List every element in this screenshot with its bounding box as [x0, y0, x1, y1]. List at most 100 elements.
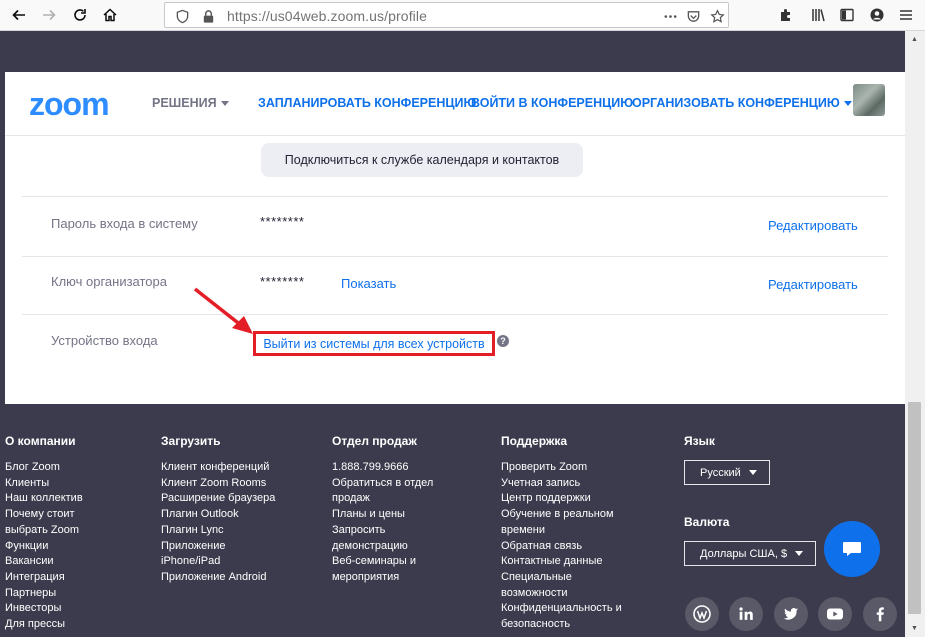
footer-link[interactable]: Блог Zoom	[5, 460, 83, 476]
footer-link[interactable]: Клиент Zoom Rooms	[161, 476, 275, 492]
footer-col-language: Язык	[684, 434, 715, 460]
hostkey-label: Ключ организатора	[51, 274, 167, 289]
footer-link[interactable]: Планы и цены	[332, 507, 433, 523]
home-icon[interactable]	[97, 3, 123, 27]
footer-link[interactable]: Функции	[5, 539, 83, 555]
nav-solutions[interactable]: РЕШЕНИЯ	[152, 96, 229, 110]
footer-link[interactable]: Конфиденциальность и	[501, 601, 622, 617]
footer-link[interactable]: iPhone/iPad	[161, 554, 275, 570]
language-select[interactable]: Русский	[684, 460, 770, 485]
footer-link[interactable]: Контактные данные	[501, 554, 622, 570]
footer-link[interactable]: Интеграция	[5, 570, 83, 586]
chat-bubble-icon	[843, 542, 861, 556]
footer-link[interactable]: выбрать Zoom	[5, 523, 83, 539]
bookmark-star-icon[interactable]	[708, 7, 726, 25]
nav-schedule[interactable]: ЗАПЛАНИРОВАТЬ КОНФЕРЕНЦИЮ	[258, 96, 476, 110]
currency-value: Доллары США, $	[700, 547, 788, 560]
address-bar[interactable]: https://us04web.zoom.us/profile	[164, 2, 729, 28]
avatar[interactable]	[853, 84, 885, 116]
red-annotation-arrow-icon	[193, 287, 253, 334]
footer-link[interactable]: Запросить	[332, 523, 433, 539]
footer-link[interactable]: Учетная запись	[501, 476, 622, 492]
url-path: /profile	[384, 8, 427, 24]
facebook-icon[interactable]	[863, 597, 897, 631]
footer-link[interactable]: Плагин Outlook	[161, 507, 275, 523]
footer-link[interactable]: Партнеры	[5, 586, 83, 602]
footer-link[interactable]: Обучение в реальном	[501, 507, 622, 523]
footer-link[interactable]: Проверить Zoom	[501, 460, 622, 476]
lock-icon[interactable]	[199, 7, 217, 25]
footer-link[interactable]: 1.888.799.9666	[332, 460, 433, 476]
footer-col-sales: Отдел продаж 1.888.799.9666 Обратиться в…	[332, 434, 433, 586]
scroll-down-icon[interactable]: ▼	[911, 625, 918, 632]
chat-button[interactable]	[824, 521, 880, 577]
hostkey-show-link[interactable]: Показать	[341, 276, 396, 291]
footer-link[interactable]: Приложение Android	[161, 570, 275, 586]
signin-device-label: Устройство входа	[51, 333, 158, 348]
url-host: https://us04web.zoom.us	[227, 8, 385, 24]
nav-join[interactable]: ВОЙТИ В КОНФЕРЕНЦИЮ	[471, 96, 633, 110]
footer-link[interactable]: времени	[501, 523, 622, 539]
reload-icon[interactable]	[67, 3, 93, 27]
footer-link[interactable]: Вакансии	[5, 554, 83, 570]
nav-host[interactable]: ОРГАНИЗОВАТЬ КОНФЕРЕНЦИЮ	[632, 96, 852, 110]
signout-all-devices-link[interactable]: Выйти из системы для всех устройств	[253, 331, 495, 356]
chevron-down-icon	[843, 101, 852, 107]
sidebar-icon[interactable]	[834, 3, 860, 27]
footer-col-title: Поддержка	[501, 434, 568, 448]
extensions-icon[interactable]	[773, 3, 799, 27]
page-actions-icon[interactable]	[661, 7, 679, 25]
url-text[interactable]: https://us04web.zoom.us/profile	[227, 8, 427, 24]
footer-col-currency: Валюта	[684, 515, 729, 541]
footer-link[interactable]: продаж	[332, 491, 433, 507]
library-icon[interactable]	[805, 3, 831, 27]
scroll-up-icon[interactable]: ▲	[911, 36, 918, 43]
linkedin-icon[interactable]	[729, 597, 763, 631]
menu-icon[interactable]	[893, 3, 919, 27]
pocket-icon[interactable]	[684, 7, 702, 25]
footer-link[interactable]: Наш коллектив	[5, 491, 83, 507]
back-icon[interactable]	[6, 3, 32, 27]
page-viewport: zoom РЕШЕНИЯ ЗАПЛАНИРОВАТЬ КОНФЕРЕНЦИЮ В…	[0, 31, 905, 637]
footer-col-support: Поддержка Проверить Zoom Учетная запись …	[501, 434, 622, 633]
footer-link[interactable]: мероприятия	[332, 570, 433, 586]
footer-link[interactable]: безопасность	[501, 617, 622, 633]
zoom-logo[interactable]: zoom	[29, 86, 110, 123]
password-value: ********	[260, 214, 305, 229]
top-dark-band	[0, 31, 905, 72]
twitter-icon[interactable]	[774, 597, 808, 631]
browser-window: https://us04web.zoom.us/profile zoom РЕШ…	[0, 0, 925, 637]
footer-link[interactable]: Специальные	[501, 570, 622, 586]
account-icon[interactable]	[864, 3, 890, 27]
wordpress-icon[interactable]	[685, 597, 719, 631]
youtube-icon[interactable]	[818, 597, 852, 631]
footer-link[interactable]: Почему стоит	[5, 507, 83, 523]
footer-col-title: Загрузить	[161, 434, 221, 448]
nav-host-label: ОРГАНИЗОВАТЬ КОНФЕРЕНЦИЮ	[632, 96, 840, 110]
footer-link[interactable]: Центр поддержки	[501, 491, 622, 507]
footer-link[interactable]: Расширение браузера	[161, 491, 275, 507]
footer-link[interactable]: Клиент конференций	[161, 460, 275, 476]
hostkey-edit-link[interactable]: Редактировать	[768, 277, 858, 292]
forward-icon[interactable]	[36, 3, 62, 27]
site-header: zoom РЕШЕНИЯ ЗАПЛАНИРОВАТЬ КОНФЕРЕНЦИЮ В…	[5, 72, 905, 136]
footer-link[interactable]: Обратная связь	[501, 539, 622, 555]
footer-link[interactable]: возможности	[501, 586, 622, 602]
scrollbar-thumb[interactable]	[908, 402, 921, 614]
scrollbar[interactable]: ▲ ▼	[905, 31, 925, 637]
footer-link[interactable]: демонстрацию	[332, 539, 433, 555]
footer-link[interactable]: Обратиться в отдел	[332, 476, 433, 492]
shield-icon[interactable]	[173, 7, 191, 25]
footer-link[interactable]: Плагин Lync	[161, 523, 275, 539]
password-edit-link[interactable]: Редактировать	[768, 218, 858, 233]
footer-link[interactable]: Инвесторы	[5, 601, 83, 617]
currency-select[interactable]: Доллары США, $	[684, 541, 817, 566]
footer-link[interactable]: Веб-семинары и	[332, 554, 433, 570]
footer-link[interactable]: Клиенты	[5, 476, 83, 492]
nav-solutions-label: РЕШЕНИЯ	[152, 96, 217, 110]
language-value: Русский	[700, 466, 741, 479]
help-icon[interactable]: ?	[497, 335, 509, 347]
footer-link[interactable]: Для прессы	[5, 617, 83, 633]
connect-calendar-button[interactable]: Подключиться к службе календаря и контак…	[261, 143, 583, 177]
footer-link[interactable]: Приложение	[161, 539, 275, 555]
